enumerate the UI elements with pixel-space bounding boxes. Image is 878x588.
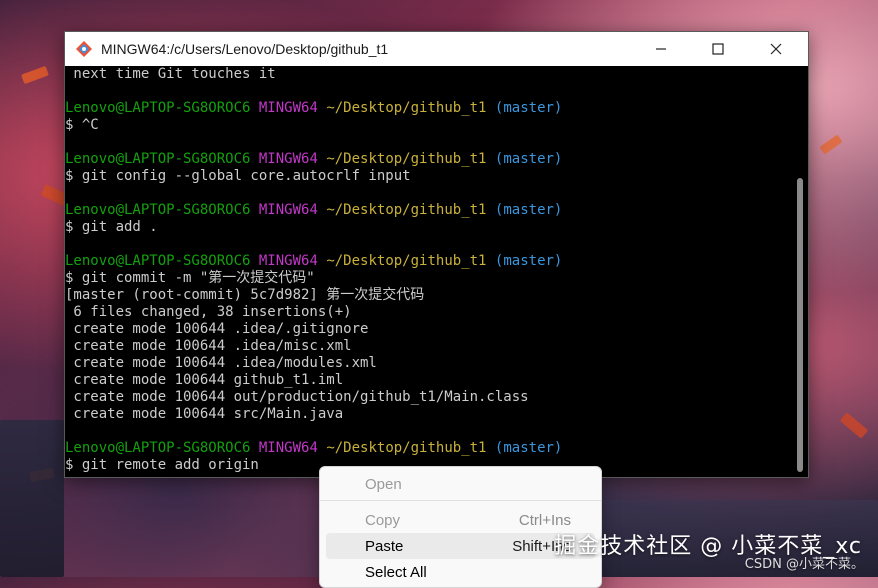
- menu-item-label: Open: [365, 475, 402, 493]
- output-line: create mode 100644 out/production/github…: [65, 389, 529, 405]
- prompt-branch: (master): [494, 440, 563, 456]
- output-line: $ git add .: [65, 219, 158, 235]
- context-menu: Open Copy Ctrl+Ins Paste Shift+Ins Selec…: [319, 466, 602, 588]
- maximize-icon: [712, 43, 724, 55]
- output-line: $ git commit -m "第一次提交代码": [65, 270, 315, 286]
- output-line: $ git config --global core.autocrlf inpu…: [65, 168, 411, 184]
- output-line: 6 files changed, 38 insertions(+): [65, 304, 352, 320]
- terminal-scrollbar[interactable]: [792, 66, 808, 477]
- prompt-path: ~/Desktop/github_t1: [326, 253, 487, 269]
- output-line: create mode 100644 .idea/misc.xml: [65, 338, 352, 354]
- prompt-env: MINGW64: [258, 440, 318, 456]
- terminal-output[interactable]: next time Git touches it Lenovo@LAPTOP-SG…: [65, 66, 792, 477]
- menu-item-label: Select All: [365, 563, 427, 581]
- menu-item-label: Copy: [365, 511, 401, 529]
- prompt-user: Lenovo@LAPTOP-SG8OROC6: [65, 202, 251, 218]
- prompt-line: Lenovo@LAPTOP-SG8OROC6 MINGW64 ~/Desktop…: [65, 100, 792, 117]
- wallpaper-petal: [839, 412, 869, 439]
- prompt-branch: (master): [494, 253, 563, 269]
- output-line: [master (root-commit) 5c7d982] 第一次提交代码: [65, 287, 425, 303]
- prompt-user: Lenovo@LAPTOP-SG8OROC6: [65, 100, 251, 116]
- wallpaper-petal: [21, 65, 49, 85]
- output-line: create mode 100644 .idea/.gitignore: [65, 321, 369, 337]
- menu-item-select-all[interactable]: Select All: [326, 559, 595, 585]
- terminal-window: MINGW64:/c/Users/Lenovo/Desktop/github_t…: [64, 31, 809, 478]
- csdn-watermark: CSDN @小菜不菜。: [744, 557, 864, 572]
- output-line: next time Git touches it: [65, 66, 276, 82]
- scrollbar-thumb[interactable]: [797, 178, 803, 472]
- prompt-branch: (master): [494, 202, 563, 218]
- prompt-path: ~/Desktop/github_t1: [326, 100, 487, 116]
- prompt-env: MINGW64: [258, 151, 318, 167]
- prompt-user: Lenovo@LAPTOP-SG8OROC6: [65, 440, 251, 456]
- prompt-env: MINGW64: [258, 100, 318, 116]
- minimize-button[interactable]: [638, 32, 684, 66]
- menu-item-label: Paste: [365, 537, 404, 555]
- output-line: create mode 100644 .idea/modules.xml: [65, 355, 377, 371]
- output-line: create mode 100644 github_t1.iml: [65, 372, 344, 388]
- prompt-path: ~/Desktop/github_t1: [326, 151, 487, 167]
- prompt-branch: (master): [494, 151, 563, 167]
- prompt-path: ~/Desktop/github_t1: [326, 202, 487, 218]
- close-icon: [770, 43, 782, 55]
- prompt-user: Lenovo@LAPTOP-SG8OROC6: [65, 253, 251, 269]
- menu-item-open[interactable]: Open: [326, 471, 595, 497]
- prompt-env: MINGW64: [258, 202, 318, 218]
- prompt-line: Lenovo@LAPTOP-SG8OROC6 MINGW64 ~/Desktop…: [65, 253, 792, 270]
- menu-separator: [320, 500, 601, 501]
- git-bash-icon: [76, 41, 92, 57]
- maximize-button[interactable]: [695, 32, 741, 66]
- prompt-line: Lenovo@LAPTOP-SG8OROC6 MINGW64 ~/Desktop…: [65, 440, 792, 457]
- close-button[interactable]: [753, 32, 799, 66]
- wallpaper-petal: [819, 134, 843, 155]
- minimize-icon: [656, 48, 666, 50]
- prompt-env: MINGW64: [258, 253, 318, 269]
- prompt-user: Lenovo@LAPTOP-SG8OROC6: [65, 151, 251, 167]
- output-line: create mode 100644 src/Main.java: [65, 406, 344, 422]
- menu-item-shortcut: Ctrl+Ins: [518, 511, 571, 529]
- window-title: MINGW64:/c/Users/Lenovo/Desktop/github_t…: [101, 41, 389, 57]
- output-line: $ ^C: [65, 117, 99, 133]
- prompt-line: Lenovo@LAPTOP-SG8OROC6 MINGW64 ~/Desktop…: [65, 151, 792, 168]
- title-bar[interactable]: MINGW64:/c/Users/Lenovo/Desktop/github_t…: [65, 32, 808, 66]
- prompt-branch: (master): [494, 100, 563, 116]
- prompt-path: ~/Desktop/github_t1: [326, 440, 487, 456]
- prompt-line: Lenovo@LAPTOP-SG8OROC6 MINGW64 ~/Desktop…: [65, 202, 792, 219]
- wallpaper-shape: [0, 420, 64, 577]
